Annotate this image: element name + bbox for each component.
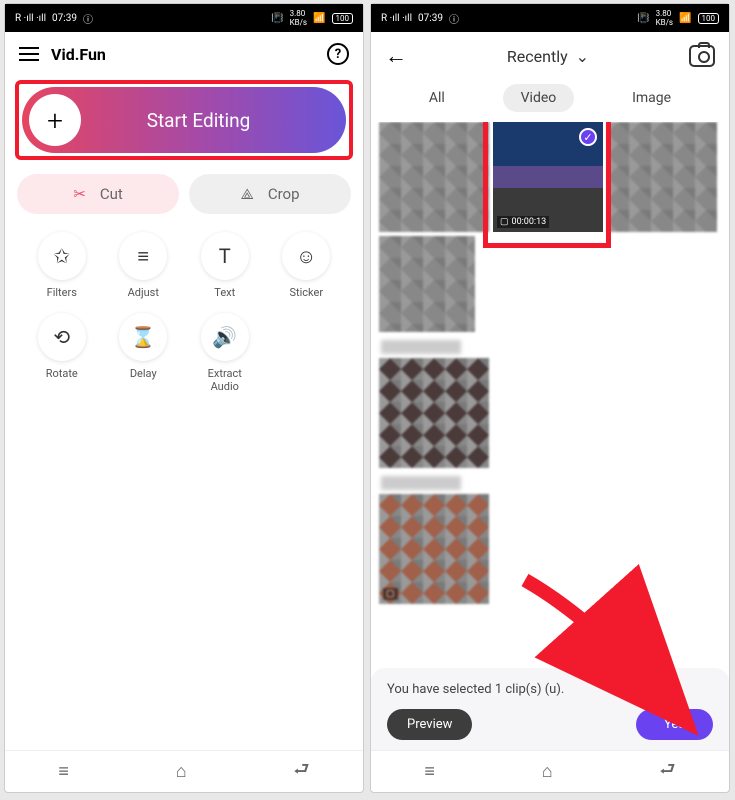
vibrate-icon: 📳 (637, 13, 649, 24)
text-icon: T (201, 232, 249, 280)
tool-rotate[interactable]: ⟲ Rotate (21, 313, 103, 393)
tool-label: Filters (47, 286, 77, 299)
phone-left-screen: R ·ıll ·ıll 07:39 ⓘ 📳 3.80KB/s 📶 100 Vid… (4, 3, 364, 793)
video-duration: ▢ (383, 588, 398, 600)
wifi-icon: 📶 (679, 13, 691, 24)
android-nav-bar: ≡ ⌂ ⮐ (5, 750, 363, 792)
status-info-icon: ⓘ (449, 11, 459, 26)
signal-icon: R ·ıll ·ıll (15, 13, 46, 24)
recent-apps-button[interactable]: ≡ (58, 761, 69, 782)
album-dropdown[interactable]: Recently ⌄ (417, 47, 679, 66)
app-header: Vid.Fun ? (5, 32, 363, 76)
star-icon: ✩ (38, 232, 86, 280)
plus-icon: + (29, 94, 81, 146)
status-info-icon: ⓘ (83, 11, 93, 26)
video-thumbnail[interactable] (379, 236, 475, 332)
tool-label: Text (214, 286, 235, 299)
check-icon: ✓ (579, 128, 597, 146)
signal-icon: R ·ıll ·ıll (381, 13, 412, 24)
network-icon: 3.80KB/s (290, 9, 307, 27)
sticker-icon: ☺ (282, 232, 330, 280)
help-icon[interactable]: ? (327, 43, 349, 65)
video-thumbnail[interactable] (379, 358, 489, 468)
back-arrow-icon[interactable]: ← (385, 43, 407, 69)
tab-all[interactable]: All (411, 84, 463, 112)
tab-video[interactable]: Video (503, 84, 575, 112)
video-thumbnail[interactable]: ▢ (379, 494, 489, 604)
camera-icon[interactable] (689, 45, 715, 67)
thumbnail-grid: ✓ ▢ 00:00:13 ▢ (371, 122, 729, 668)
hamburger-menu-icon[interactable] (19, 47, 39, 61)
phone-right-screen: R ·ıll ·ıll 07:39 ⓘ 📳 3.80KB/s 📶 100 ← R… (370, 3, 730, 793)
battery-icon: 100 (698, 13, 720, 24)
scissors-icon: ✂ (73, 185, 86, 203)
status-time: 07:39 (52, 13, 77, 24)
tool-label: Rotate (46, 367, 78, 380)
start-editing-button[interactable]: + Start Editing (22, 87, 346, 153)
crop-label: Crop (268, 185, 300, 203)
app-title: Vid.Fun (51, 45, 315, 64)
tool-label: Sticker (289, 286, 323, 299)
status-bar: R ·ıll ·ıll 07:39 ⓘ 📳 3.80KB/s 📶 100 (5, 4, 363, 32)
adjust-icon: ≡ (119, 232, 167, 280)
tool-label: Delay (130, 367, 157, 380)
video-thumbnail[interactable] (379, 122, 489, 232)
start-editing-label: Start Editing (81, 109, 346, 132)
yes-button[interactable]: Yes (636, 709, 713, 740)
recent-apps-button[interactable]: ≡ (424, 761, 435, 782)
vibrate-icon: 📳 (271, 13, 283, 24)
tool-extract-audio[interactable]: 🔊 Extract Audio (184, 313, 266, 393)
rotate-icon: ⟲ (38, 313, 86, 361)
video-duration: ▢ 00:00:13 (497, 216, 549, 228)
tool-adjust[interactable]: ≡ Adjust (103, 232, 185, 299)
tool-label: Extract Audio (208, 367, 242, 393)
crop-button[interactable]: ⟁ Crop (189, 174, 351, 214)
status-time: 07:39 (418, 13, 443, 24)
section-date-label (381, 476, 461, 490)
delay-icon: ⌛ (119, 313, 167, 361)
android-nav-bar: ≡ ⌂ ⮐ (371, 750, 729, 792)
back-button[interactable]: ⮐ (293, 757, 309, 787)
camera-small-icon: ▢ (386, 589, 395, 599)
video-thumbnail[interactable] (607, 122, 717, 232)
tool-text[interactable]: T Text (184, 232, 266, 299)
selection-text: You have selected 1 clip(s) (u). (387, 682, 713, 697)
tab-image[interactable]: Image (614, 84, 689, 112)
status-bar: R ·ıll ·ıll 07:39 ⓘ 📳 3.80KB/s 📶 100 (371, 4, 729, 32)
tool-sticker[interactable]: ☺ Sticker (266, 232, 348, 299)
home-button[interactable]: ⌂ (176, 761, 187, 782)
cut-label: Cut (100, 185, 123, 203)
cut-button[interactable]: ✂ Cut (17, 174, 179, 214)
selection-footer: You have selected 1 clip(s) (u). Preview… (371, 668, 729, 750)
preview-button[interactable]: Preview (387, 709, 472, 740)
home-button[interactable]: ⌂ (542, 761, 553, 782)
picker-header: ← Recently ⌄ (371, 32, 729, 80)
battery-icon: 100 (332, 13, 354, 24)
camera-small-icon: ▢ (500, 217, 509, 227)
back-button[interactable]: ⮐ (659, 757, 675, 787)
video-thumbnail-selected[interactable]: ✓ ▢ 00:00:13 (493, 122, 603, 232)
tool-label: Adjust (128, 286, 159, 299)
network-icon: 3.80KB/s (656, 9, 673, 27)
start-editing-highlight-box: + Start Editing (15, 80, 353, 160)
album-label: Recently (507, 47, 568, 66)
wifi-icon: 📶 (313, 13, 325, 24)
chevron-down-icon: ⌄ (576, 47, 589, 66)
crop-icon: ⟁ (240, 185, 253, 203)
section-date-label (381, 340, 461, 354)
media-tabs: All Video Image (371, 80, 729, 122)
tool-delay[interactable]: ⌛ Delay (103, 313, 185, 393)
tool-filters[interactable]: ✩ Filters (21, 232, 103, 299)
audio-icon: 🔊 (201, 313, 249, 361)
